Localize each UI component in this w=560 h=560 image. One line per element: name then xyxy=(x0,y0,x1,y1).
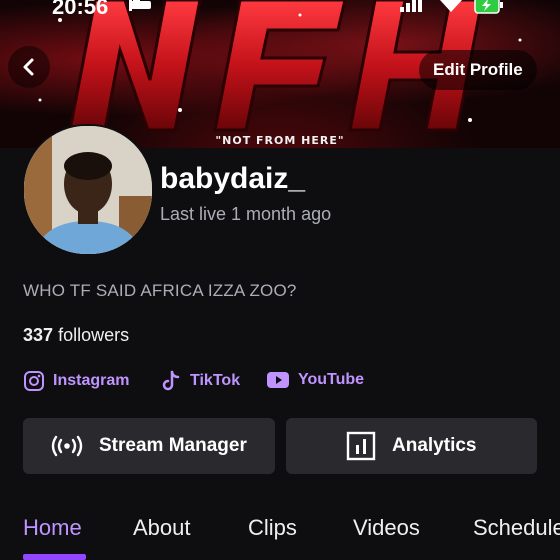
tab-home[interactable]: Home xyxy=(23,515,82,541)
battery-charging-icon xyxy=(474,0,504,19)
analytics-button[interactable]: Analytics xyxy=(286,418,537,474)
social-link-youtube[interactable]: YouTube xyxy=(266,370,364,390)
last-live-text: Last live 1 month ago xyxy=(160,204,332,224)
status-bar: 20:56 xyxy=(0,0,560,20)
active-tab-indicator xyxy=(23,554,86,560)
analytics-icon xyxy=(346,431,376,461)
username: babydaiz_ xyxy=(160,162,306,195)
analytics-label: Analytics xyxy=(392,435,477,456)
broadcast-icon xyxy=(51,435,83,457)
bed-icon xyxy=(128,0,152,17)
stream-manager-button[interactable]: Stream Manager xyxy=(23,418,275,474)
tab-videos[interactable]: Videos xyxy=(353,515,420,541)
edit-profile-button[interactable]: Edit Profile xyxy=(419,50,537,90)
tab-schedule[interactable]: Schedule xyxy=(473,515,560,541)
social-label-youtube: YouTube xyxy=(298,371,365,388)
back-button[interactable] xyxy=(8,46,50,88)
followers-count[interactable]: 337 followers xyxy=(23,325,129,346)
followers-label: followers xyxy=(58,325,130,345)
avatar[interactable] xyxy=(22,124,154,256)
profile-bio: WHO TF SAID AFRICA IZZA ZOO? xyxy=(23,281,297,300)
tab-clips[interactable]: Clips xyxy=(248,515,297,541)
stream-manager-label: Stream Manager xyxy=(99,435,247,456)
signal-icon xyxy=(400,0,422,17)
social-link-instagram[interactable]: Instagram xyxy=(23,370,129,392)
tiktok-icon xyxy=(162,370,180,391)
social-label-instagram: Instagram xyxy=(53,372,130,389)
chevron-left-icon xyxy=(23,58,34,76)
instagram-icon xyxy=(24,371,44,391)
youtube-icon xyxy=(267,372,289,388)
profile-tabs: Home About Clips Videos Schedule xyxy=(0,510,560,560)
avatar-photo xyxy=(24,126,152,254)
status-time: 20:56 xyxy=(52,0,109,19)
followers-number: 337 xyxy=(23,325,54,345)
tab-about[interactable]: About xyxy=(133,515,191,541)
social-label-tiktok: TikTok xyxy=(190,372,241,389)
social-link-tiktok[interactable]: TikTok xyxy=(160,370,240,392)
wifi-icon xyxy=(438,0,464,17)
